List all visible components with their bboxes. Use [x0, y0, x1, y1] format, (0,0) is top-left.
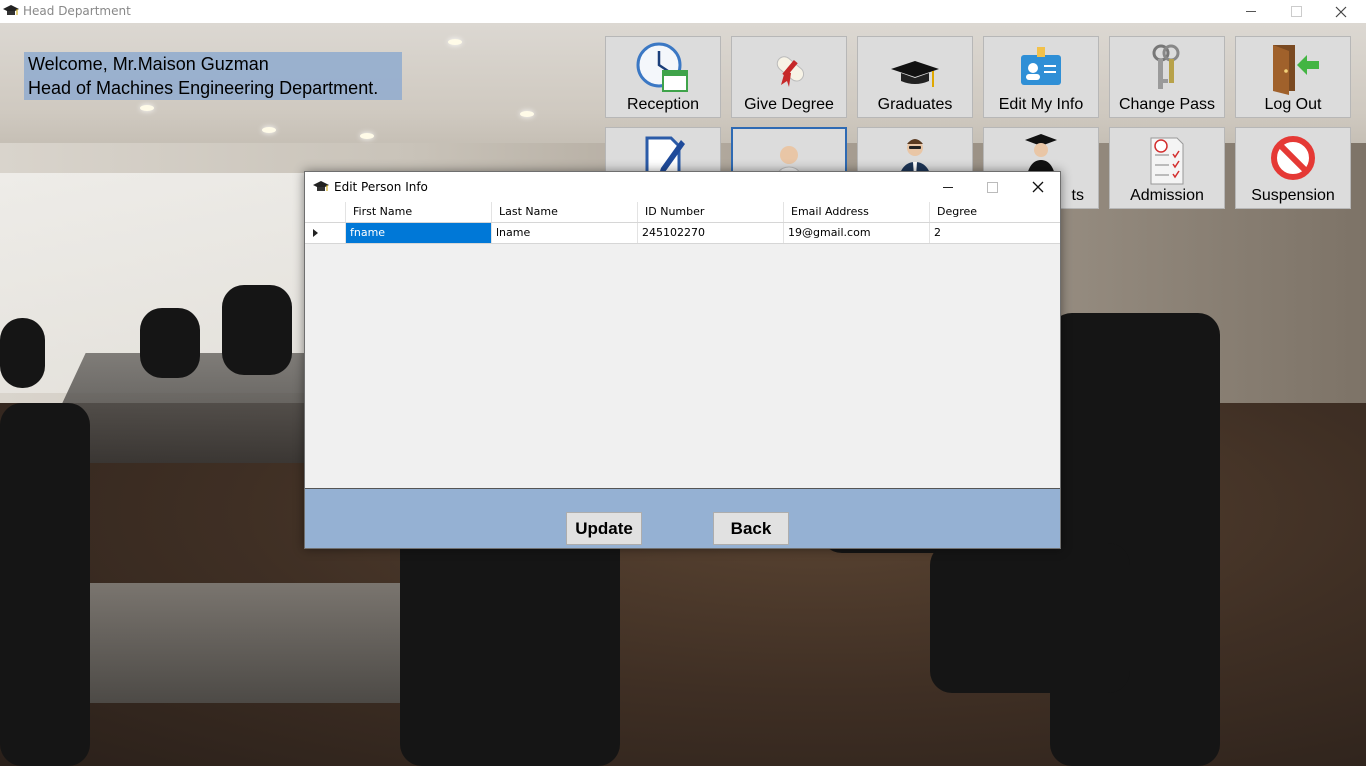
- diploma-icon: [776, 56, 805, 87]
- graduation-cap-icon: [891, 61, 939, 87]
- tile-label: Give Degree: [744, 96, 834, 113]
- tile-label: Suspension: [1251, 187, 1335, 204]
- cell-degree[interactable]: 2: [930, 223, 1060, 243]
- exit-door-icon: [1273, 45, 1319, 95]
- window-title: Head Department: [23, 4, 131, 18]
- dialog-maximize-button[interactable]: [970, 172, 1015, 202]
- cell-id-number[interactable]: 245102270: [638, 223, 784, 243]
- suspension-button[interactable]: Suspension: [1235, 127, 1351, 209]
- tile-label: Admission: [1130, 187, 1204, 204]
- column-header-last-name[interactable]: Last Name: [492, 202, 638, 222]
- cell-first-name[interactable]: fname: [346, 223, 492, 243]
- dialog-button-panel: Update Back: [305, 489, 1060, 548]
- dialog-title: Edit Person Info: [334, 180, 428, 194]
- update-button[interactable]: Update: [566, 512, 642, 545]
- tile-label: Edit My Info: [998, 96, 1084, 113]
- grid-header-row: First Name Last Name ID Number Email Add…: [305, 202, 1060, 223]
- minimize-icon: [1246, 11, 1256, 12]
- row-selector[interactable]: [305, 223, 346, 243]
- tile-label: Reception: [626, 96, 700, 113]
- edit-my-info-button[interactable]: Edit My Info: [983, 36, 1099, 118]
- tile-label: Log Out: [1264, 96, 1322, 113]
- minimize-icon: [942, 186, 953, 188]
- column-header-id-number[interactable]: ID Number: [638, 202, 784, 222]
- main-title-bar: Head Department: [0, 0, 1366, 23]
- edit-person-info-dialog: Edit Person Info First Name Last Name ID…: [304, 171, 1061, 549]
- graduates-button[interactable]: Graduates: [857, 36, 973, 118]
- current-row-arrow-icon: [313, 229, 318, 237]
- column-header-first-name[interactable]: First Name: [346, 202, 492, 222]
- minimize-button[interactable]: [1228, 0, 1274, 23]
- admission-button[interactable]: Admission: [1109, 127, 1225, 209]
- tile-label: ts: [1071, 187, 1084, 204]
- column-header-degree[interactable]: Degree: [930, 202, 1060, 222]
- log-out-button[interactable]: Log Out: [1235, 36, 1351, 118]
- give-degree-button[interactable]: Give Degree: [731, 36, 847, 118]
- dialog-close-button[interactable]: [1015, 172, 1060, 202]
- table-row[interactable]: fname lname 245102270 19@gmail.com 2: [305, 223, 1060, 244]
- maximize-button[interactable]: [1273, 0, 1319, 23]
- id-card-icon: [1021, 47, 1061, 85]
- welcome-label: Welcome, Mr.Maison Guzman Head of Machin…: [24, 52, 402, 100]
- tile-label: Graduates: [877, 96, 953, 113]
- person-data-grid[interactable]: First Name Last Name ID Number Email Add…: [305, 202, 1060, 489]
- keys-icon: [1152, 44, 1180, 89]
- department-line: Head of Machines Engineering Department.: [28, 78, 379, 98]
- reception-button[interactable]: Reception: [605, 36, 721, 118]
- maximize-icon: [987, 181, 998, 193]
- calendar-clock-icon: [636, 42, 688, 92]
- dialog-minimize-button[interactable]: [925, 172, 970, 202]
- column-header-email-address[interactable]: Email Address: [784, 202, 930, 222]
- close-icon: [1335, 6, 1347, 17]
- row-header-corner: [305, 202, 346, 222]
- grade-checklist-icon: [1150, 137, 1184, 185]
- graduation-cap-icon: [3, 5, 19, 15]
- change-pass-button[interactable]: Change Pass: [1109, 36, 1225, 118]
- close-icon: [1032, 181, 1043, 193]
- welcome-line: Welcome, Mr.Maison Guzman: [28, 54, 269, 74]
- no-entry-icon: [1271, 136, 1315, 180]
- close-button[interactable]: [1318, 0, 1364, 23]
- back-button[interactable]: Back: [713, 512, 789, 545]
- cell-email-address[interactable]: 19@gmail.com: [784, 223, 930, 243]
- maximize-icon: [1290, 6, 1302, 17]
- graduation-cap-icon: [313, 181, 329, 191]
- dialog-title-bar[interactable]: Edit Person Info: [305, 172, 1060, 202]
- cell-last-name[interactable]: lname: [492, 223, 638, 243]
- tile-label: Change Pass: [1118, 96, 1216, 113]
